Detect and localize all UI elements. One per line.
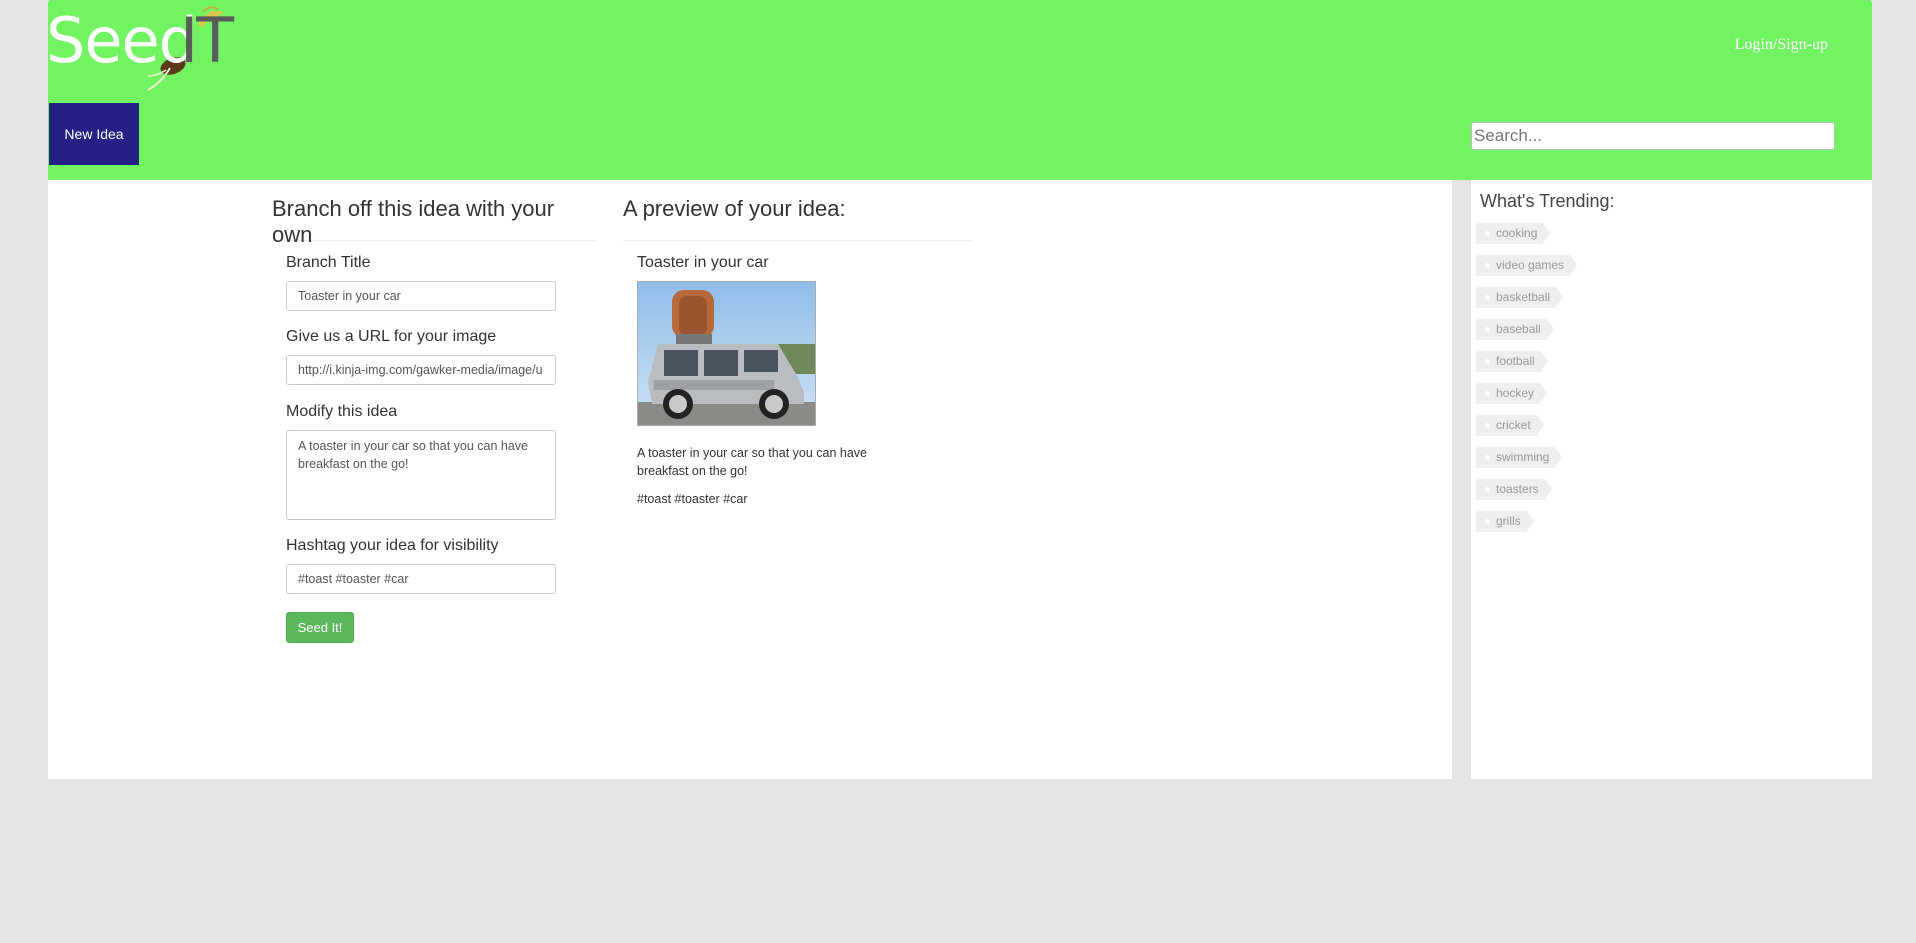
preview-heading: A preview of your idea: — [623, 180, 973, 241]
branch-form: Branch off this idea with your own Branc… — [272, 180, 596, 643]
seedit-logo[interactable]: Seed IT — [46, 4, 238, 94]
branch-title-label: Branch Title — [286, 254, 371, 271]
branch-form-heading: Branch off this idea with your own — [272, 180, 596, 247]
hashtag-label: Hashtag your idea for visibility — [286, 537, 499, 554]
trending-tag[interactable]: basketball — [1476, 287, 1564, 308]
hashtag-input[interactable]: #toast #toaster #car — [286, 564, 556, 594]
trending-tag[interactable]: cricket — [1476, 415, 1544, 436]
image-url-label: Give us a URL for your image — [286, 328, 497, 345]
trending-tag[interactable]: video games — [1476, 255, 1578, 276]
modify-idea-label: Modify this idea — [286, 403, 398, 420]
new-idea-button[interactable]: New Idea — [49, 103, 139, 165]
image-url-input[interactable]: http://i.kinja-img.com/gawker-media/imag… — [286, 355, 556, 385]
logo-text-it: IT — [180, 4, 234, 77]
preview-description: A toaster in your car so that you can ha… — [637, 446, 867, 478]
preview-title: Toaster in your car — [637, 254, 769, 271]
search-input[interactable] — [1471, 122, 1835, 150]
modify-idea-textarea[interactable]: A toaster in your car so that you can ha… — [286, 430, 556, 520]
preview-image — [637, 281, 816, 426]
logo-text-seed: Seed — [46, 4, 198, 77]
trending-tag[interactable]: football — [1476, 351, 1548, 372]
main-content: Branch off this idea with your own Branc… — [48, 180, 1452, 779]
trending-tag[interactable]: swimming — [1476, 447, 1563, 468]
branch-title-input[interactable]: Toaster in your car — [286, 281, 556, 311]
seed-it-button[interactable]: Seed It! — [286, 612, 354, 643]
trending-tag[interactable]: hockey — [1476, 383, 1548, 404]
login-signup-link[interactable]: Login/Sign-up — [1735, 36, 1828, 54]
trending-tag[interactable]: toasters — [1476, 479, 1552, 500]
trending-heading: What's Trending: — [1480, 191, 1615, 211]
trending-tag[interactable]: grills — [1476, 511, 1534, 532]
trending-tag[interactable]: baseball — [1476, 319, 1554, 340]
trending-tag[interactable]: cooking — [1476, 223, 1551, 244]
idea-preview: A preview of your idea: Toaster in your … — [623, 180, 973, 506]
header-bar: Seed IT Login/Sign-up New Idea — [46, 0, 1872, 180]
preview-hashtags: #toast #toaster #car — [637, 492, 748, 506]
trending-sidebar: What's Trending: cooking video games bas… — [1471, 180, 1872, 779]
